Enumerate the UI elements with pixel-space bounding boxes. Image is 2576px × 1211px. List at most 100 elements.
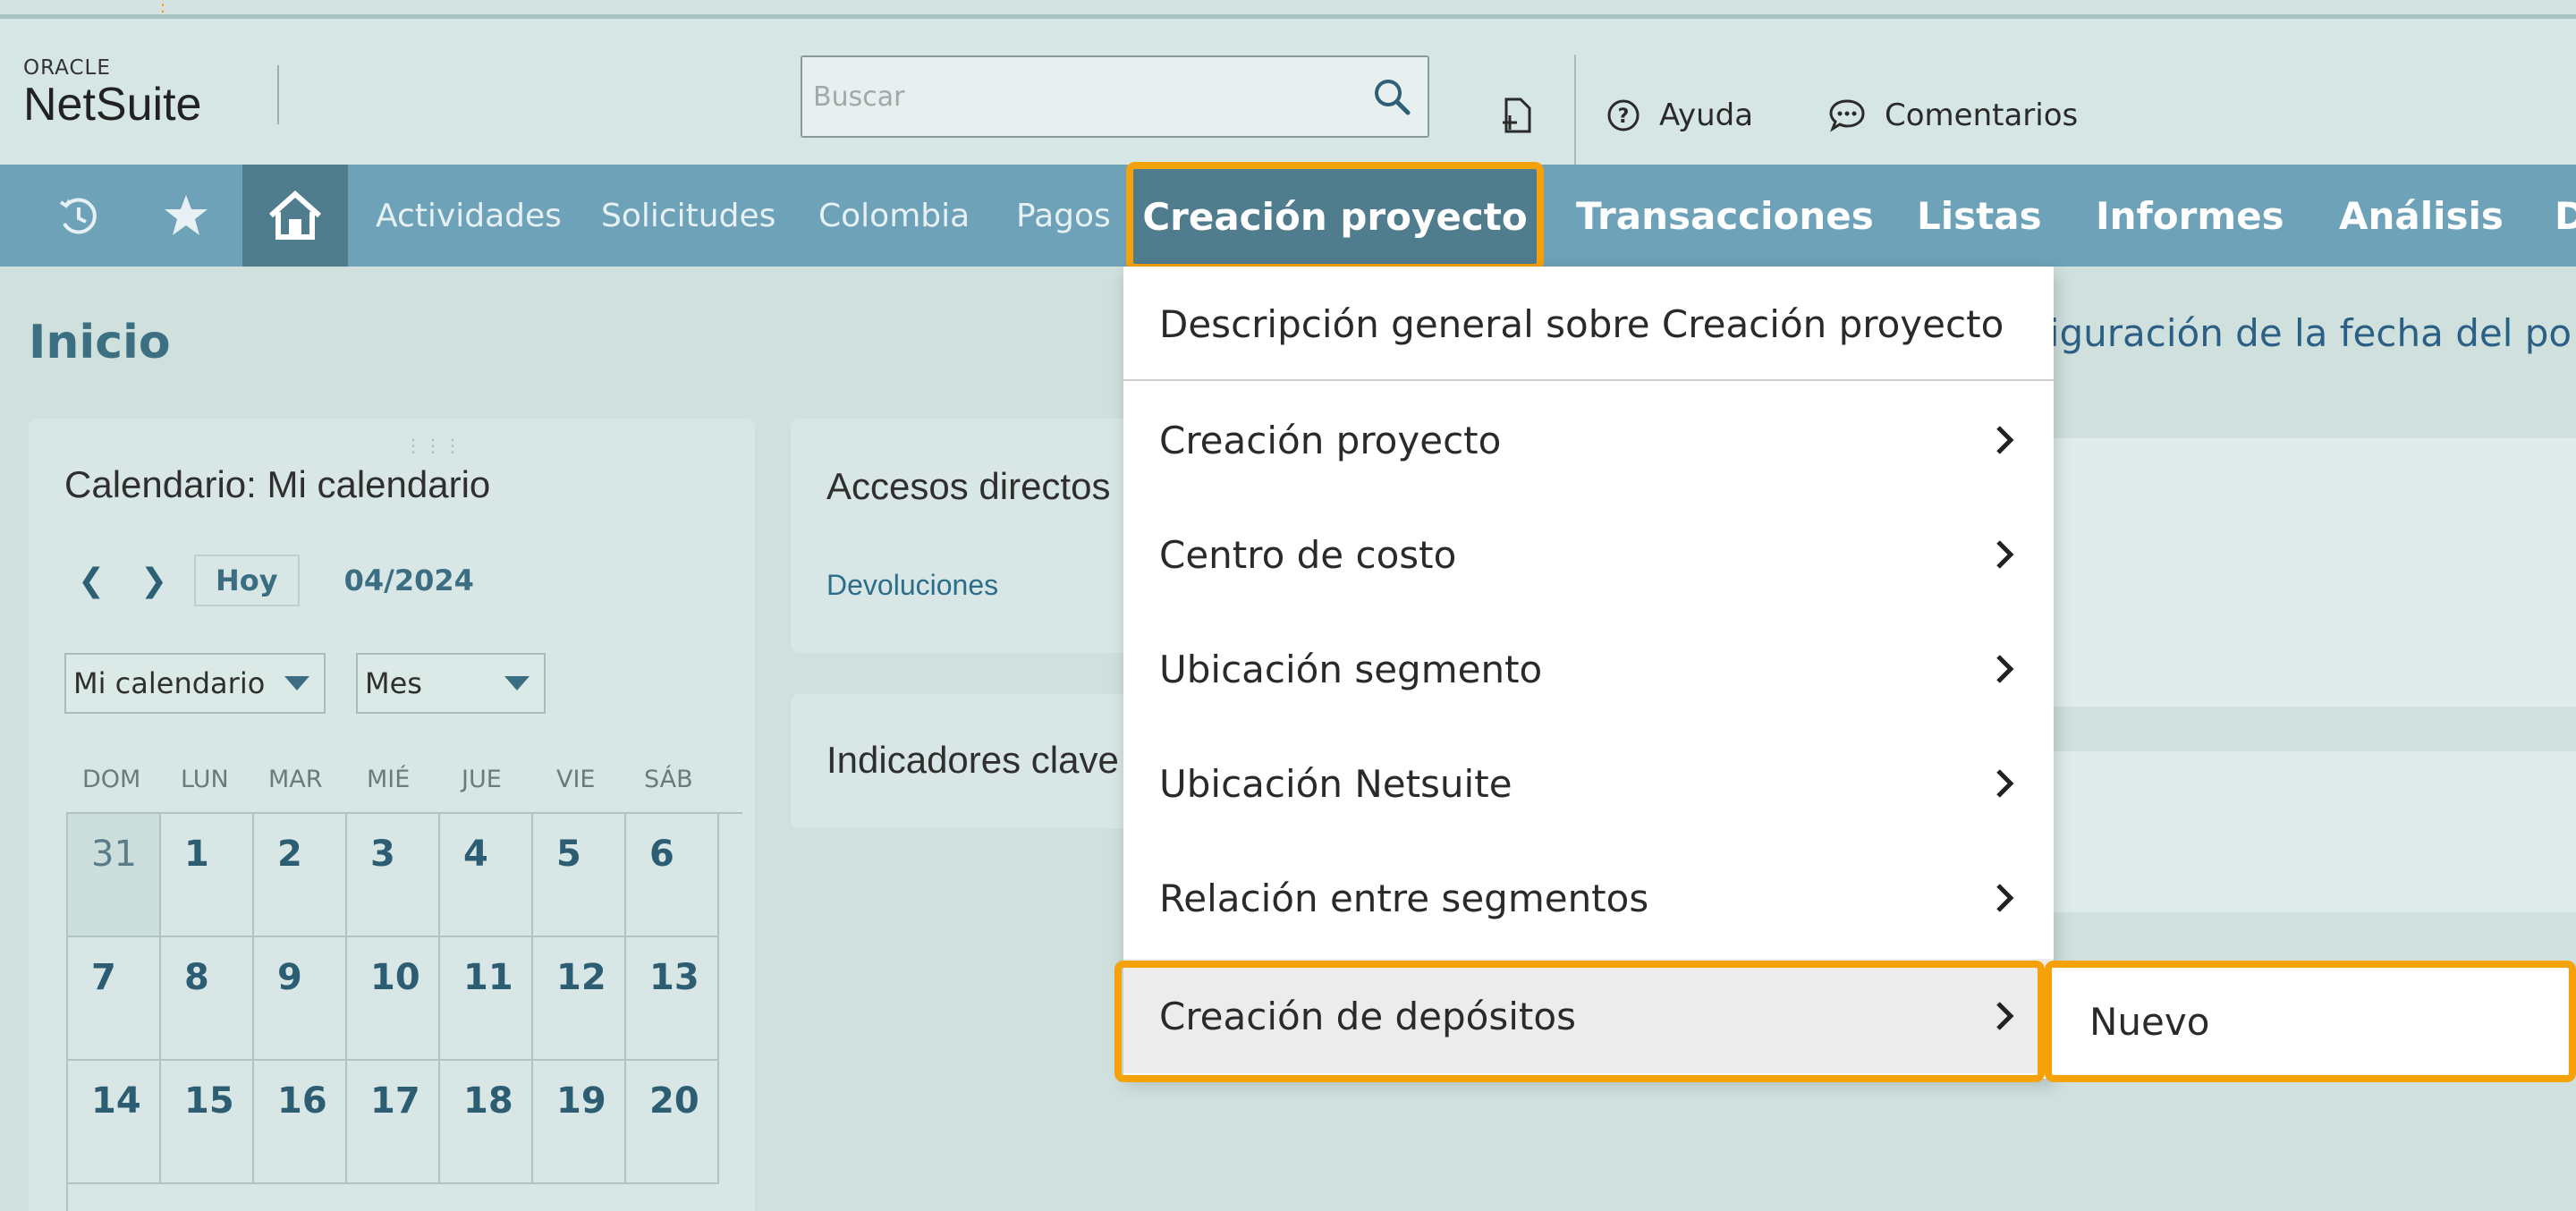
kpi-title: Indicadores clave [826, 739, 1119, 781]
calendar-day[interactable]: 8 [161, 937, 254, 1061]
calendar-day[interactable]: 7 [68, 937, 161, 1061]
nav-colombia[interactable]: Colombia [818, 165, 970, 267]
chevron-down-icon [284, 676, 309, 690]
menu-item-creacion-proyecto[interactable]: Creación proyecto [1123, 383, 2054, 497]
right-portlet [2048, 751, 2576, 912]
menu-item-label: Descripción general sobre Creación proye… [1159, 301, 2004, 346]
chevron-down-icon [504, 676, 530, 690]
submenu-item-label: Nuevo [2089, 999, 2210, 1044]
menu-separator [1123, 379, 2054, 381]
menu-item-label: Relación entre segmentos [1159, 876, 1649, 920]
svg-text:?: ? [1618, 106, 1630, 128]
menu-item-label: Centro de costo [1159, 532, 1457, 577]
comment-icon [1829, 99, 1865, 132]
calendar-day[interactable]: 12 [533, 937, 626, 1061]
shortcuts-title: Accesos directos [826, 465, 1111, 507]
nav-more-truncated[interactable]: D [2555, 165, 2576, 267]
logo-separator [277, 65, 279, 124]
calendar-day[interactable]: 10 [347, 937, 440, 1061]
view-select[interactable]: Mes [356, 653, 546, 714]
menu-item-label: Ubicación Netsuite [1159, 761, 1513, 806]
calendar-portlet: ⋮⋮⋮ Calendario: Mi calendario ❮ ❯ Hoy 04… [29, 419, 755, 1211]
menu-item-label: Ubicación segmento [1159, 647, 1543, 691]
chevron-right-icon [1996, 426, 2014, 454]
logo-netsuite-text: NetSuite [23, 79, 202, 131]
prev-month-icon[interactable]: ❮ [78, 563, 140, 599]
search-box[interactable] [801, 55, 1429, 138]
weekday-header: VIE [556, 766, 596, 793]
next-month-icon[interactable]: ❯ [140, 563, 194, 599]
calendar-day[interactable]: 2 [254, 814, 347, 937]
menu-item-ubicacion-netsuite[interactable]: Ubicación Netsuite [1123, 726, 2054, 841]
current-month: 04/2024 [343, 563, 474, 597]
calendar-day[interactable]: 19 [533, 1061, 626, 1184]
top-accent-strip: ⋮ [0, 0, 2576, 19]
calendar-day[interactable]: 6 [626, 814, 719, 937]
menu-item-ubicacion-segmento[interactable]: Ubicación segmento [1123, 612, 2054, 726]
submenu-item-nuevo[interactable]: Nuevo [2045, 961, 2576, 1082]
create-new-icon[interactable] [1499, 96, 1535, 135]
calendar-day[interactable]: 1 [161, 814, 254, 937]
nav-solicitudes[interactable]: Solicitudes [601, 165, 775, 267]
nav-pagos[interactable]: Pagos [1016, 165, 1111, 267]
weekday-header: DOM [82, 766, 141, 793]
header-separator [1574, 55, 1576, 176]
feedback-label: Comentarios [1885, 97, 2079, 133]
calendar-day[interactable]: 14 [68, 1061, 161, 1184]
weekday-header: JUE [462, 766, 502, 793]
search-icon[interactable] [1370, 75, 1413, 118]
calendar-select-value: Mi calendario [73, 666, 266, 700]
menu-item-centro-costo[interactable]: Centro de costo [1123, 497, 2054, 612]
nav-analisis[interactable]: Análisis [2339, 165, 2504, 267]
recent-records-icon[interactable] [54, 191, 104, 241]
nav-transacciones[interactable]: Transacciones [1576, 165, 1874, 267]
favorites-star-icon[interactable] [163, 193, 209, 238]
logo-oracle-text: ORACLE [23, 56, 111, 80]
shortcut-link-devoluciones[interactable]: Devoluciones [826, 569, 998, 602]
right-portlet [2048, 438, 2576, 707]
calendar-day[interactable]: 4 [440, 814, 533, 937]
weekday-header: MIÉ [367, 766, 411, 793]
weekday-header: MAR [268, 766, 323, 793]
calendar-day[interactable]: 3 [347, 814, 440, 937]
home-icon [269, 191, 321, 240]
calendar-day[interactable]: 16 [254, 1061, 347, 1184]
today-button[interactable]: Hoy [194, 555, 300, 606]
calendar-day[interactable]: 31 [68, 814, 161, 937]
help-link[interactable]: ? Ayuda [1606, 94, 1753, 137]
kpi-portlet: Indicadores clave [791, 694, 1148, 828]
shortcuts-portlet: Accesos directos Devoluciones [791, 419, 1148, 653]
calendar-day[interactable]: 11 [440, 937, 533, 1061]
chevron-right-icon [1996, 540, 2014, 569]
calendar-grid: 31 1 2 3 4 5 6 7 8 9 10 11 12 13 14 15 1… [66, 812, 742, 1211]
calendar-day[interactable]: 15 [161, 1061, 254, 1184]
nav-informes[interactable]: Informes [2096, 165, 2284, 267]
calendar-day[interactable]: 13 [626, 937, 719, 1061]
calendar-select[interactable]: Mi calendario [64, 653, 326, 714]
chevron-right-icon [1996, 769, 2014, 798]
highlight-frame [1114, 961, 2045, 1082]
nav-listas[interactable]: Listas [1917, 165, 2042, 267]
menu-item-overview[interactable]: Descripción general sobre Creación proye… [1123, 267, 2054, 381]
calendar-day[interactable]: 9 [254, 937, 347, 1061]
netsuite-logo[interactable]: ORACLE NetSuite [23, 56, 201, 130]
calendar-day[interactable]: 18 [440, 1061, 533, 1184]
calendar-day[interactable]: 20 [626, 1061, 719, 1184]
cursor-marker: ⋮ [154, 0, 172, 15]
calendar-day[interactable]: 5 [533, 814, 626, 937]
view-select-value: Mes [365, 666, 422, 700]
date-preference-link[interactable]: figuración de la fecha del po [2036, 311, 2572, 355]
calendar-title: Calendario: Mi calendario [64, 463, 491, 505]
creacion-proyecto-dropdown: Descripción general sobre Creación proye… [1123, 267, 2054, 1079]
home-button[interactable] [242, 165, 348, 267]
calendar-day[interactable]: 17 [347, 1061, 440, 1184]
nav-creacion-proyecto[interactable]: Creación proyecto [1126, 162, 1544, 271]
search-input[interactable] [802, 57, 1339, 136]
drag-handle-icon[interactable]: ⋮⋮⋮ [404, 435, 463, 456]
nav-actividades[interactable]: Actividades [376, 165, 562, 267]
menu-item-relacion-segmentos[interactable]: Relación entre segmentos [1123, 841, 2054, 955]
feedback-link[interactable]: Comentarios [1827, 94, 2078, 137]
help-label: Ayuda [1659, 97, 1754, 133]
weekday-header: LUN [181, 766, 229, 793]
chevron-right-icon [1996, 655, 2014, 683]
